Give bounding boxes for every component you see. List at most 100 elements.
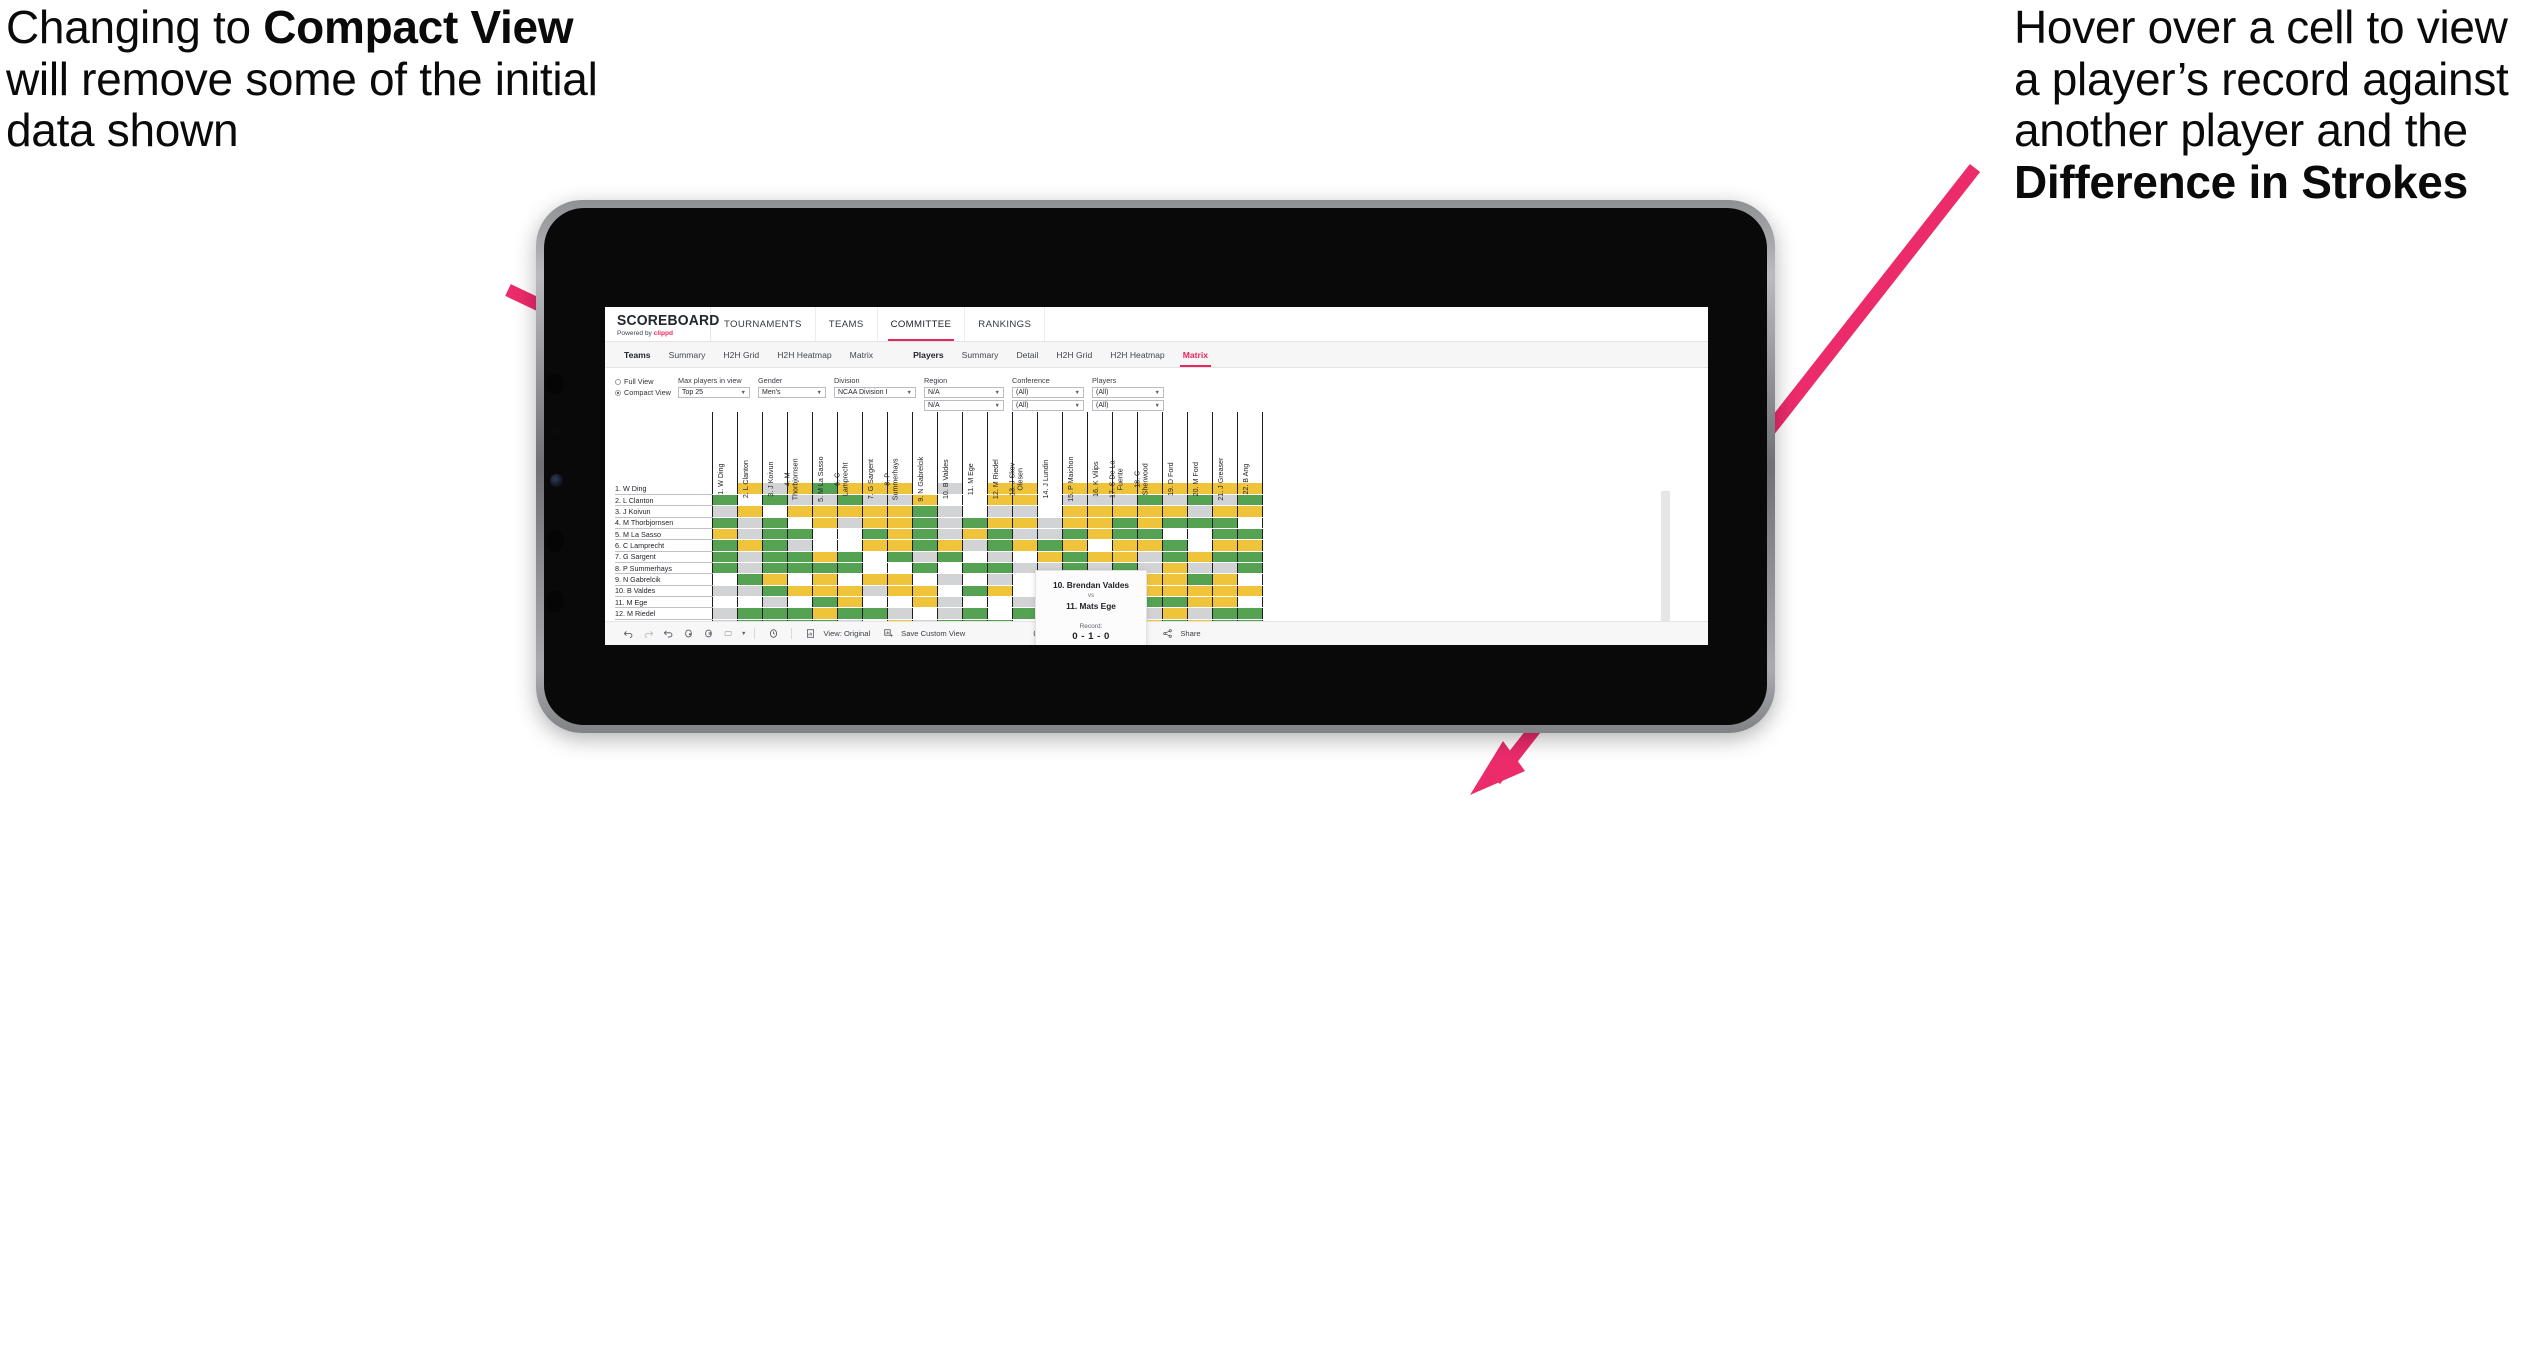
matrix-cell[interactable]	[811, 585, 838, 597]
matrix-cell[interactable]	[1161, 562, 1188, 575]
matrix-cell[interactable]	[711, 573, 738, 586]
matrix-row-header[interactable]: 9. N Gabrelcik	[615, 573, 712, 586]
matrix-cell[interactable]	[1211, 573, 1238, 586]
matrix-cell[interactable]	[886, 562, 913, 575]
matrix-cell[interactable]	[986, 573, 1013, 586]
matrix-cell[interactable]	[886, 551, 913, 563]
matrix-cell[interactable]	[786, 539, 813, 552]
subnav-teams-h2h-grid[interactable]: H2H Grid	[714, 350, 768, 360]
filter-region-select-2[interactable]: N/A ▼	[924, 400, 1004, 411]
matrix-column-header[interactable]: 4. M Thorbjornsen	[783, 412, 813, 500]
matrix-cell[interactable]	[936, 562, 963, 575]
matrix-cell[interactable]	[1111, 539, 1138, 552]
matrix-cell[interactable]	[711, 596, 738, 609]
matrix-cell[interactable]	[736, 539, 763, 552]
filter-players-select-1[interactable]: (All) ▼	[1092, 387, 1164, 398]
matrix-cell[interactable]	[861, 528, 888, 541]
matrix-cell[interactable]	[761, 607, 788, 620]
matrix-cell[interactable]	[1186, 596, 1213, 609]
filter-players-select-2[interactable]: (All) ▼	[1092, 400, 1164, 411]
matrix-cell[interactable]	[1161, 517, 1188, 529]
matrix-cell[interactable]	[961, 596, 988, 609]
matrix-cell[interactable]	[986, 585, 1013, 597]
subnav-players-h2h-heatmap[interactable]: H2H Heatmap	[1101, 350, 1173, 360]
matrix-cell[interactable]	[961, 494, 988, 507]
clock-button[interactable]	[763, 628, 783, 639]
matrix-cell[interactable]	[1136, 528, 1163, 541]
matrix-cell[interactable]	[1161, 539, 1188, 552]
matrix-cell[interactable]	[1011, 539, 1038, 552]
matrix-cell[interactable]	[1061, 539, 1088, 552]
matrix-cell[interactable]	[861, 562, 888, 575]
filter-division-select[interactable]: NCAA Division I ▼	[834, 387, 916, 398]
matrix-cell[interactable]	[786, 562, 813, 575]
matrix-cell[interactable]	[1161, 607, 1188, 620]
matrix-cell[interactable]	[1186, 585, 1213, 597]
matrix-cell[interactable]	[936, 607, 963, 620]
revert-button[interactable]	[658, 628, 678, 639]
matrix-cell[interactable]	[711, 494, 738, 507]
matrix-cell[interactable]	[711, 551, 738, 563]
filter-region-select-1[interactable]: N/A ▼	[924, 387, 1004, 398]
radio-compact-view[interactable]: Compact View	[615, 388, 678, 397]
matrix-cell[interactable]	[1011, 528, 1038, 541]
matrix-cell[interactable]	[911, 505, 938, 518]
matrix-cell[interactable]	[936, 517, 963, 529]
matrix-cell[interactable]	[836, 585, 863, 597]
matrix-row-header[interactable]: 1. W Ding	[615, 483, 712, 495]
matrix-column-header[interactable]: 21. J Greaser	[1211, 412, 1238, 500]
matrix-cell[interactable]	[761, 505, 788, 518]
matrix-cell[interactable]	[1211, 505, 1238, 518]
matrix-cell[interactable]	[836, 528, 863, 541]
filter-conference-select-2[interactable]: (All) ▼	[1012, 400, 1084, 411]
matrix-column-header[interactable]: 10. B Valdes	[936, 412, 963, 499]
matrix-cell[interactable]	[911, 539, 938, 552]
matrix-cell[interactable]	[1236, 585, 1263, 597]
subnav-teams-summary[interactable]: Summary	[660, 350, 715, 360]
matrix-cell[interactable]	[786, 573, 813, 586]
matrix-cell[interactable]	[836, 517, 863, 529]
matrix-cell[interactable]	[761, 596, 788, 609]
matrix-cell[interactable]	[711, 539, 738, 552]
matrix-cell[interactable]	[1161, 505, 1188, 518]
matrix-cell[interactable]	[1211, 539, 1238, 552]
matrix-cell[interactable]	[1086, 528, 1113, 541]
matrix-cell[interactable]	[1211, 607, 1238, 620]
matrix-cell[interactable]	[811, 607, 838, 620]
matrix-cell[interactable]	[911, 551, 938, 563]
matrix-cell[interactable]	[986, 539, 1013, 552]
matrix-cell[interactable]	[886, 528, 913, 541]
matrix-row-header[interactable]: 11. M Ege	[615, 596, 712, 609]
matrix-cell[interactable]	[1161, 494, 1188, 507]
matrix-column-header[interactable]: 20. M Ford	[1186, 412, 1213, 496]
matrix-column-header[interactable]: 19. D Ford	[1161, 412, 1188, 496]
matrix-cell[interactable]	[786, 585, 813, 597]
matrix-cell[interactable]	[936, 539, 963, 552]
matrix-cell[interactable]	[936, 551, 963, 563]
matrix-cell[interactable]	[1036, 517, 1063, 529]
matrix-row-header[interactable]: 7. G Sargent	[615, 551, 712, 563]
matrix-cell[interactable]	[1186, 517, 1213, 529]
matrix-cell[interactable]	[861, 596, 888, 609]
matrix-cell[interactable]	[1236, 517, 1263, 529]
matrix-column-header[interactable]: 8. P Summerhays	[883, 412, 913, 500]
matrix-cell[interactable]	[711, 517, 738, 529]
matrix-cell[interactable]	[836, 551, 863, 563]
matrix-cell[interactable]	[1011, 607, 1038, 620]
matrix-cell[interactable]	[1036, 528, 1063, 541]
matrix-cell[interactable]	[861, 607, 888, 620]
matrix-cell[interactable]	[736, 551, 763, 563]
matrix-cell[interactable]	[811, 596, 838, 609]
matrix-cell[interactable]	[911, 517, 938, 529]
matrix-column-header[interactable]: 11. M Ege	[961, 412, 988, 495]
matrix-cell[interactable]	[1011, 573, 1038, 586]
matrix-cell[interactable]	[1086, 505, 1113, 518]
matrix-cell[interactable]	[1211, 562, 1238, 575]
matrix-cell[interactable]	[1236, 596, 1263, 609]
matrix-row-header[interactable]: 8. P Summerhays	[615, 562, 712, 575]
matrix-cell[interactable]	[786, 505, 813, 518]
matrix-column-header[interactable]: 9. N Gabrelcik	[911, 412, 938, 501]
matrix-cell[interactable]	[1111, 505, 1138, 518]
matrix-cell[interactable]	[1161, 528, 1188, 541]
matrix-cell[interactable]	[1011, 505, 1038, 518]
